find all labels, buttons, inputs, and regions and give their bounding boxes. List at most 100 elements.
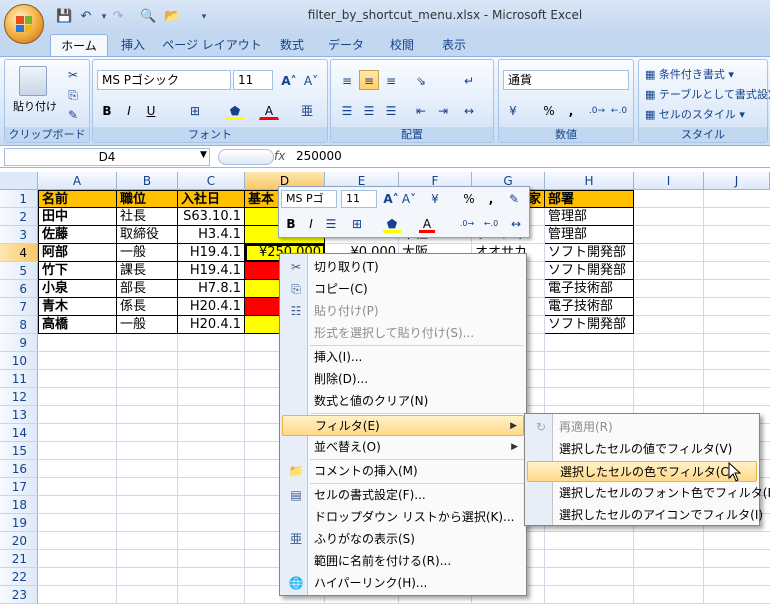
cell-H7[interactable]: 電子技術部	[545, 298, 634, 316]
cell-H1[interactable]: 部署	[545, 190, 634, 208]
number-format-box[interactable]: 通貨	[503, 70, 629, 90]
row-header-4[interactable]: 4	[0, 244, 38, 262]
cell-C2[interactable]: S63.10.1	[178, 208, 245, 226]
formula-bar-splitter[interactable]	[218, 149, 274, 165]
merge-center-icon[interactable]: ↔	[459, 100, 479, 120]
name-box[interactable]: D4	[4, 148, 210, 166]
mini-accounting-icon[interactable]: ¥	[425, 190, 445, 208]
row-header-19[interactable]: 19	[0, 514, 38, 532]
cell-B8[interactable]: 一般	[117, 316, 178, 334]
mini-borders-icon[interactable]: ⊞	[349, 215, 365, 233]
row-header-16[interactable]: 16	[0, 460, 38, 478]
context-menu-item[interactable]: 範囲に名前を付ける(R)...	[282, 551, 524, 572]
paste-button[interactable]: 貼り付け	[13, 98, 57, 114]
cell-C7[interactable]: H20.4.1	[178, 298, 245, 316]
cell-C8[interactable]: H20.4.1	[178, 316, 245, 334]
conditional-formatting-button[interactable]: ▦ 条件付き書式 ▾	[645, 66, 734, 82]
row-header-20[interactable]: 20	[0, 532, 38, 550]
format-painter-icon[interactable]: ✎	[63, 104, 83, 124]
tab-insert[interactable]: 挿入	[112, 34, 154, 56]
cell-H5[interactable]: ソフト開発部	[545, 262, 634, 280]
tab-page-layout[interactable]: ページ レイアウト	[160, 34, 264, 56]
grow-font-icon[interactable]: A˄	[279, 70, 299, 90]
percent-button[interactable]: %	[539, 100, 559, 120]
row-header-17[interactable]: 17	[0, 478, 38, 496]
format-as-table-button[interactable]: ▦ テーブルとして書式設定	[645, 86, 770, 102]
cell-C3[interactable]: H3.4.1	[178, 226, 245, 244]
mini-comma-button[interactable]: ,	[485, 190, 497, 208]
bold-button[interactable]: B	[97, 100, 117, 120]
align-bottom-icon[interactable]: ≡	[381, 70, 401, 90]
underline-button[interactable]: U	[141, 100, 161, 120]
row-header-7[interactable]: 7	[0, 298, 38, 316]
context-menu-item[interactable]: ✂ 切り取り(T)	[282, 257, 524, 278]
cell-H2[interactable]: 管理部	[545, 208, 634, 226]
context-menu-item[interactable]: フィルタ(E) ▶	[282, 415, 524, 436]
context-menu-item[interactable]: 削除(D)...	[282, 369, 524, 390]
mini-bold-icon[interactable]: B	[283, 215, 299, 233]
mini-decrease-decimal-icon[interactable]: ←.0	[481, 215, 501, 233]
mini-font-color-icon[interactable]: A	[419, 215, 435, 233]
mini-font-name-box[interactable]: MS Pゴ	[281, 190, 337, 208]
mini-increase-decimal-icon[interactable]: .0→	[457, 215, 477, 233]
column-header-j[interactable]: J	[704, 172, 770, 190]
accounting-icon[interactable]: ¥	[503, 100, 523, 120]
align-middle-icon[interactable]: ≡	[359, 70, 379, 90]
cell-A4[interactable]: 阿部	[38, 244, 117, 262]
row-header-9[interactable]: 9	[0, 334, 38, 352]
cell-C4[interactable]: H19.4.1	[178, 244, 245, 262]
increase-indent-icon[interactable]: ⇥	[433, 100, 453, 120]
mini-percent-button[interactable]: %	[461, 190, 477, 208]
name-box-dropdown-icon[interactable]: ▼	[200, 150, 207, 160]
context-menu-item[interactable]: 数式と値のクリア(N)	[282, 391, 524, 412]
fill-color-icon[interactable]: ⬟	[225, 100, 245, 120]
cell-B1[interactable]: 職位	[117, 190, 178, 208]
column-header-i[interactable]: I	[634, 172, 704, 190]
decrease-decimal-icon[interactable]: ←.0	[609, 100, 629, 120]
align-top-icon[interactable]: ≡	[337, 70, 357, 90]
mini-shrink-font-icon[interactable]: A˅	[401, 190, 417, 208]
office-button[interactable]	[4, 4, 44, 44]
mini-italic-icon[interactable]: I	[303, 215, 319, 233]
font-size-box[interactable]: 11	[233, 70, 273, 90]
increase-decimal-icon[interactable]: .0→	[587, 100, 607, 120]
context-menu-item[interactable]: 📁 コメントの挿入(M)	[282, 461, 524, 482]
wrap-text-icon[interactable]: ↵	[459, 70, 479, 90]
filter-submenu-item[interactable]: 選択したセルのフォント色でフィルタ(F)	[527, 483, 770, 504]
context-menu-item[interactable]: ⎘ コピー(C)	[282, 279, 524, 300]
tab-formulas[interactable]: 数式	[270, 34, 314, 56]
row-header-18[interactable]: 18	[0, 496, 38, 514]
row-header-1[interactable]: 1	[0, 190, 38, 208]
row-header-2[interactable]: 2	[0, 208, 38, 226]
italic-button[interactable]: I	[119, 100, 139, 120]
row-header-12[interactable]: 12	[0, 388, 38, 406]
cell-H8[interactable]: ソフト開発部	[545, 316, 634, 334]
row-header-10[interactable]: 10	[0, 352, 38, 370]
cell-H4[interactable]: ソフト開発部	[545, 244, 634, 262]
cell-B6[interactable]: 部長	[117, 280, 178, 298]
row-header-14[interactable]: 14	[0, 424, 38, 442]
row-header-5[interactable]: 5	[0, 262, 38, 280]
paste-icon[interactable]	[19, 66, 47, 96]
font-color-icon[interactable]: A	[259, 100, 279, 120]
align-right-icon[interactable]: ☰	[381, 100, 401, 120]
column-header-b[interactable]: B	[117, 172, 178, 190]
cell-C1[interactable]: 入社日	[178, 190, 245, 208]
formula-input[interactable]: 250000	[296, 149, 342, 163]
align-center-icon[interactable]: ☰	[359, 100, 379, 120]
cell-A7[interactable]: 青木	[38, 298, 117, 316]
row-header-22[interactable]: 22	[0, 568, 38, 586]
context-menu-item[interactable]: 亜ふりがなの表示(S)	[282, 529, 524, 550]
mini-font-size-box[interactable]: 11	[341, 190, 377, 208]
shrink-font-icon[interactable]: A˅	[301, 70, 321, 90]
mini-merge-icon[interactable]: ↔	[507, 215, 525, 233]
cell-A3[interactable]: 佐藤	[38, 226, 117, 244]
cell-styles-button[interactable]: ▦ セルのスタイル ▾	[645, 106, 745, 122]
cell-A5[interactable]: 竹下	[38, 262, 117, 280]
align-left-icon[interactable]: ☰	[337, 100, 357, 120]
decrease-indent-icon[interactable]: ⇤	[411, 100, 431, 120]
tab-data[interactable]: データ	[322, 34, 370, 56]
row-header-15[interactable]: 15	[0, 442, 38, 460]
context-menu-item[interactable]: 並べ替え(O) ▶	[282, 437, 524, 458]
row-header-6[interactable]: 6	[0, 280, 38, 298]
